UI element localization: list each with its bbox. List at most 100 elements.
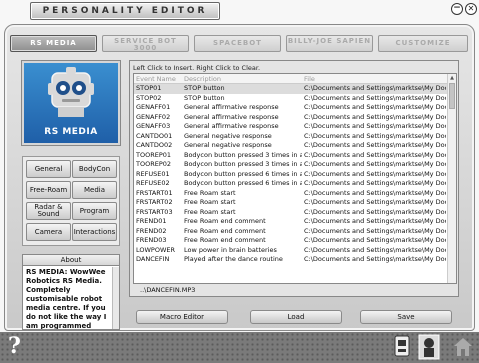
list-item[interactable]: FREND01 Free Roam end comment C:\Documents…	[134, 217, 456, 227]
event-name-cell: REFUSE01	[136, 169, 170, 178]
nav-free-roam[interactable]: Free-Roam	[26, 181, 71, 199]
minimize-button[interactable]: −	[451, 3, 463, 15]
macro-editor-button[interactable]: Macro Editor	[136, 310, 228, 324]
list-item[interactable]: CANTDO01 General negative response C:\Docu…	[134, 132, 456, 142]
list-item[interactable]: REFUSE01 Bodycon button pressed 6 times i…	[134, 170, 456, 180]
scroll-thumb[interactable]	[449, 83, 455, 109]
list-item[interactable]: GENAFF01 General affirmative response C:\D…	[134, 103, 456, 113]
description-cell: Free Roam start	[184, 207, 236, 216]
list-scrollbar[interactable]: ▲	[447, 74, 456, 283]
file-cell: C:\Documents and Settings\marktse\My Doc…	[304, 236, 446, 244]
file-cell: C:\Documents and Settings\marktse\My Doc…	[304, 226, 446, 235]
list-item[interactable]: STOP01 STOP button C:\Documents and Settin…	[134, 84, 456, 94]
list-item[interactable]: GENAFF03 General affirmative response C:\D…	[134, 122, 456, 132]
description-cell: Free Roam start	[184, 188, 236, 197]
description-cell: General negative response	[184, 131, 272, 140]
tab-service-bot[interactable]: SERVICE BOT 3000	[102, 35, 189, 52]
list-header: Event Name Description File	[134, 74, 456, 84]
file-cell: C:\Documents and Settings\marktse\My Doc…	[304, 169, 446, 178]
save-button[interactable]: Save	[360, 310, 452, 324]
list-item[interactable]: TOOREP02 Bodycon button pressed 3 times i…	[134, 160, 456, 170]
description-cell: General affirmative response	[184, 122, 279, 130]
list-item[interactable]: GENAFF02 General affirmative response C:\D…	[134, 113, 456, 123]
home-icon[interactable]	[452, 334, 474, 360]
column-description[interactable]: Description	[184, 74, 302, 84]
description-cell: Bodycon button pressed 6 times in a r	[184, 179, 302, 187]
event-name-cell: FREND03	[136, 236, 167, 244]
list-item[interactable]: FRSTART01 Free Roam start C:\Documents and…	[134, 189, 456, 199]
file-cell: C:\Documents and Settings\marktse\My Doc…	[304, 255, 446, 263]
description-cell: General affirmative response	[184, 103, 279, 111]
description-cell: STOP button	[184, 84, 225, 92]
file-cell: C:\Documents and Settings\marktse\My Doc…	[304, 112, 446, 121]
nav-interactions[interactable]: Interactions	[72, 223, 117, 241]
list-item[interactable]: REFUSE02 Bodycon button pressed 6 times i…	[134, 179, 456, 189]
about-panel: About RS MEDIA: WowWee Robotics RS Media…	[22, 254, 120, 330]
robot-tabs: RS MEDIA SERVICE BOT 3000 SPACEBOT BILLY…	[10, 35, 470, 53]
description-cell: STOP button	[184, 93, 225, 102]
about-heading: About	[23, 255, 119, 266]
file-cell: C:\Documents and Settings\marktse\My Doc…	[304, 103, 446, 111]
close-button[interactable]: ✕	[465, 3, 477, 15]
nav-media[interactable]: Media	[72, 181, 117, 199]
list-item[interactable]: FREND02 Free Roam end comment C:\Documents…	[134, 227, 456, 237]
event-name-cell: STOP01	[136, 84, 162, 92]
event-name-cell: STOP02	[136, 93, 162, 102]
column-event-name[interactable]: Event Name	[136, 74, 182, 84]
file-cell: C:\Documents and Settings\marktse\My Doc…	[304, 207, 446, 216]
list-item[interactable]: STOP02 STOP button C:\Documents and Settin…	[134, 94, 456, 104]
robot-icon[interactable]	[418, 334, 440, 360]
robot-image: RS MEDIA	[21, 60, 121, 146]
list-item[interactable]: FRSTART03 Free Roam start C:\Documents and…	[134, 208, 456, 218]
list-item[interactable]: FRSTART02 Free Roam start C:\Documents and…	[134, 198, 456, 208]
column-file[interactable]: File	[304, 74, 446, 84]
file-cell: C:\Documents and Settings\marktse\My Doc…	[304, 188, 446, 197]
about-scrollbar[interactable]	[112, 267, 119, 329]
title-bar[interactable]: Personality Editor	[30, 2, 220, 20]
help-icon[interactable]: ?	[8, 333, 26, 359]
file-cell: C:\Documents and Settings\marktse\My Doc…	[304, 198, 446, 206]
file-cell: C:\Documents and Settings\marktse\My Doc…	[304, 179, 446, 187]
nav-bodycon[interactable]: BodyCon	[72, 160, 117, 178]
file-cell: C:\Documents and Settings\marktse\My Doc…	[304, 122, 446, 130]
description-cell: Played after the dance routine	[184, 255, 283, 263]
event-list[interactable]: Event Name Description File STOP01 STOP b…	[133, 73, 457, 284]
list-rows: STOP01 STOP button C:\Documents and Settin…	[134, 84, 456, 265]
file-cell: C:\Documents and Settings\marktse\My Doc…	[304, 93, 446, 102]
list-item[interactable]: TOOREP01 Bodycon button pressed 3 times i…	[134, 151, 456, 161]
event-name-cell: FREND02	[136, 226, 167, 235]
tab-spacebot[interactable]: SPACEBOT	[194, 35, 281, 52]
file-cell: C:\Documents and Settings\marktse\My Doc…	[304, 217, 446, 225]
tab-rs-media[interactable]: RS MEDIA	[10, 35, 97, 52]
about-text: RS MEDIA: WowWee Robotics RS Media. Comp…	[26, 268, 107, 329]
description-cell: General affirmative response	[184, 112, 279, 121]
description-cell: Bodycon button pressed 3 times in a r	[184, 150, 302, 159]
event-name-cell: CANTDO01	[136, 131, 173, 140]
list-item[interactable]: LOWPOWER Low power in brain batteries C:\D…	[134, 246, 456, 256]
nav-program[interactable]: Program	[72, 202, 117, 220]
tab-billy-joe-sapien[interactable]: BILLY-JOE SAPIEN	[286, 35, 373, 52]
tab-customize[interactable]: CUSTOMIZE	[378, 35, 468, 52]
list-item[interactable]: FREND03 Free Roam end comment C:\Documents…	[134, 236, 456, 246]
description-cell: Free Roam start	[184, 198, 236, 206]
nav-general[interactable]: General	[26, 160, 71, 178]
nav-camera[interactable]: Camera	[26, 223, 71, 241]
load-button[interactable]: Load	[250, 310, 342, 324]
nav-radar-sound[interactable]: Radar & Sound	[26, 202, 71, 220]
event-name-cell: FRSTART01	[136, 188, 173, 197]
description-cell: Free Roam end comment	[184, 217, 266, 225]
list-item[interactable]: CANTDO02 General negative response C:\Docu…	[134, 141, 456, 151]
app-title: Personality Editor	[42, 6, 208, 16]
event-name-cell: GENAFF02	[136, 112, 171, 121]
event-name-cell: TOOREP01	[136, 150, 172, 159]
file-cell: C:\Documents and Settings\marktse\My Doc…	[304, 131, 446, 140]
description-cell: Low power in brain batteries	[184, 245, 277, 254]
scroll-up-icon[interactable]: ▲	[448, 74, 456, 82]
robot-name: RS MEDIA	[44, 127, 98, 137]
list-item[interactable]: DANCEFIN Played after the dance routine C:…	[134, 255, 456, 265]
file-cell: C:\Documents and Settings\marktse\My Doc…	[304, 150, 446, 159]
robot-head-icon	[48, 67, 94, 117]
file-cell: C:\Documents and Settings\marktse\My Doc…	[304, 84, 446, 92]
device-icon[interactable]	[392, 334, 412, 360]
event-name-cell: FRSTART03	[136, 207, 173, 216]
